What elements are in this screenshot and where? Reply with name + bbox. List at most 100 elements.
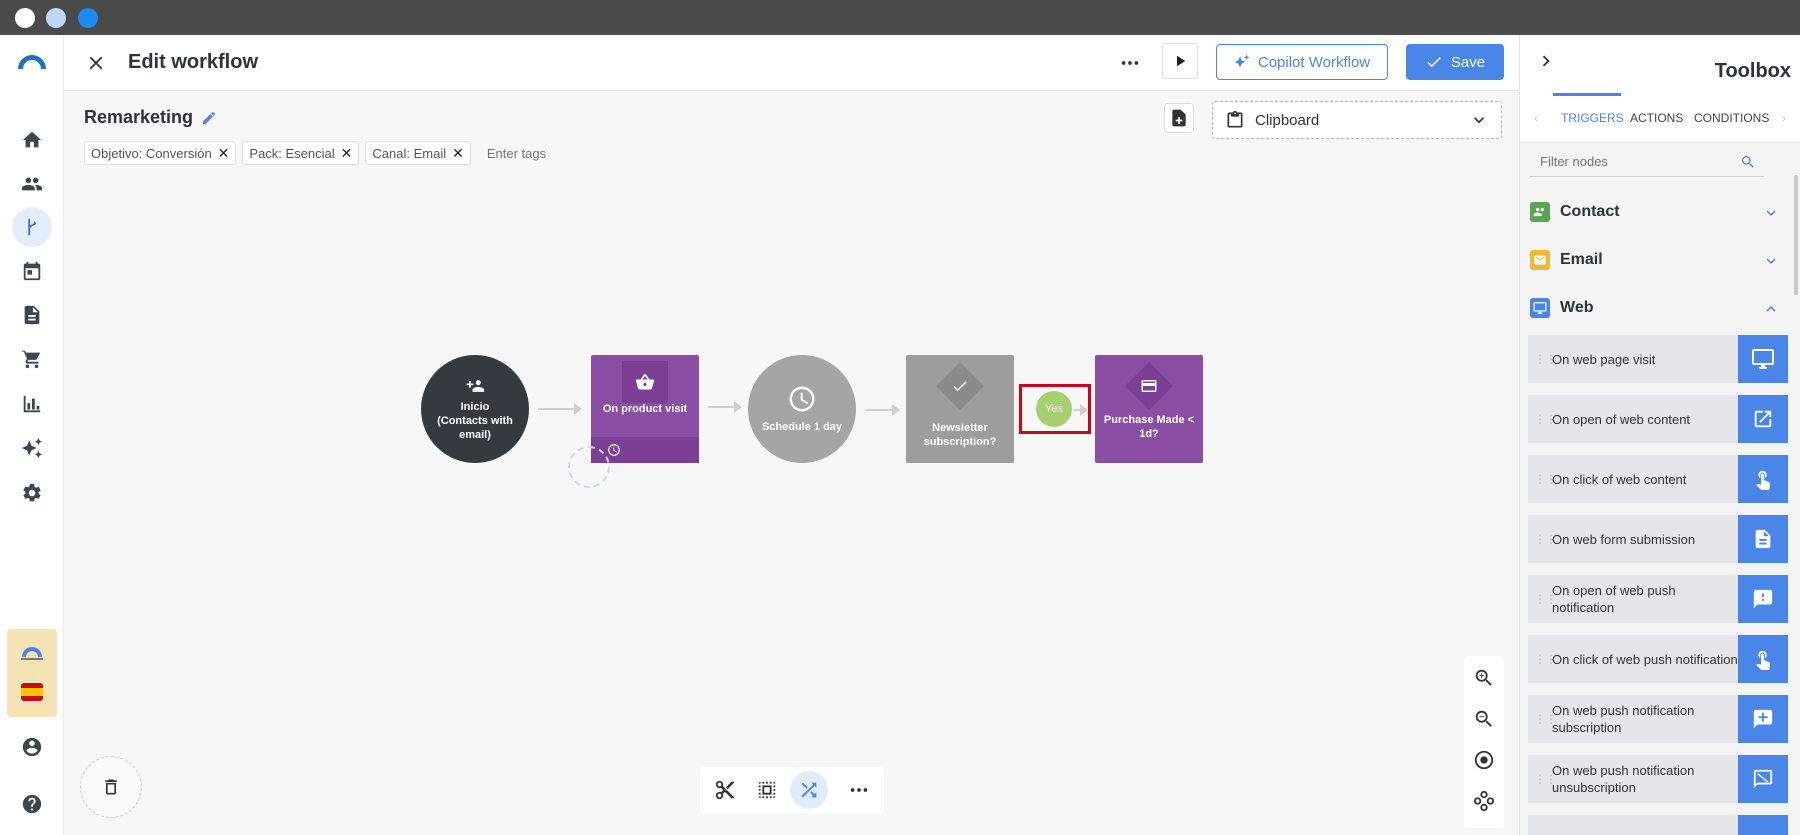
drag-handle-icon[interactable]: ⋮⋮ xyxy=(1534,473,1557,485)
monitor-icon xyxy=(1738,335,1788,383)
remove-tag-icon[interactable]: ✕ xyxy=(452,145,464,162)
tool-item-label: On click of web content xyxy=(1552,471,1687,487)
tabs-scroll-right-icon[interactable]: › xyxy=(1782,111,1786,125)
more-horizontal-icon xyxy=(1121,61,1139,65)
select-button[interactable] xyxy=(748,771,786,809)
remove-tag-icon[interactable]: ✕ xyxy=(341,145,353,162)
start-node[interactable]: Inicio (Contacts with email) xyxy=(421,355,529,463)
tags-input[interactable] xyxy=(486,145,577,161)
tool-item-partial[interactable] xyxy=(1528,815,1788,835)
drag-handle-icon[interactable]: ⋮⋮ xyxy=(1534,413,1557,425)
zoom-out-button[interactable] xyxy=(1470,705,1498,733)
tool-item[interactable]: ⋮⋮ On web push notification subscription xyxy=(1528,695,1788,743)
delete-drop-zone[interactable] xyxy=(80,756,142,818)
window-minimize-dot[interactable] xyxy=(46,8,66,28)
product-visit-label: On product visit xyxy=(602,403,688,415)
nav-reports[interactable] xyxy=(12,384,52,424)
category-email[interactable]: Email xyxy=(1530,246,1780,274)
copilot-workflow-button[interactable]: Copilot Workflow xyxy=(1216,44,1388,80)
app-logo-icon xyxy=(18,55,46,69)
drag-handle-icon[interactable]: ⋮⋮ xyxy=(1534,353,1557,365)
tag-chip: Pack: Esencial ✕ xyxy=(242,141,360,165)
newsletter-condition-node[interactable]: Newsletter subscription? xyxy=(906,355,1014,463)
center-view-button[interactable] xyxy=(1470,746,1498,774)
save-button[interactable]: Save xyxy=(1406,44,1504,80)
brand-logo-icon[interactable] xyxy=(19,643,45,661)
product-visit-node[interactable]: On product visit xyxy=(591,355,699,463)
comment-off-icon xyxy=(1738,755,1788,803)
nav-home[interactable] xyxy=(12,120,52,160)
tab-actions[interactable]: ACTIONS xyxy=(1630,111,1683,125)
cut-button[interactable] xyxy=(706,771,744,809)
tool-item-label: On web page visit xyxy=(1552,351,1656,367)
tool-item-label: On click of web push notification xyxy=(1552,651,1738,667)
tool-item[interactable]: ⋮⋮ On click of web push notification xyxy=(1528,635,1788,683)
tool-item[interactable]: ⋮⋮ On click of web content xyxy=(1528,455,1788,503)
yes-branch-pill[interactable]: Yes xyxy=(1036,391,1072,427)
tool-item[interactable]: ⋮⋮ On web push notification unsubscripti… xyxy=(1528,755,1788,803)
add-note-button[interactable] xyxy=(1164,103,1194,133)
scissors-icon xyxy=(715,780,735,800)
workflow-canvas[interactable]: Remarketing Objetivo: Conversión ✕ Pack:… xyxy=(64,91,1519,835)
zoom-in-button[interactable] xyxy=(1470,664,1498,692)
page-title: Edit workflow xyxy=(128,51,258,73)
nav-settings[interactable] xyxy=(12,473,52,513)
tool-item-label: On web push notification unsubscription xyxy=(1552,763,1695,795)
chevron-down-icon xyxy=(1766,258,1776,264)
nav-ecommerce[interactable] xyxy=(12,339,52,379)
collapse-toolbox-button[interactable] xyxy=(1534,49,1558,73)
more-options-button[interactable] xyxy=(1116,49,1144,77)
pencil-icon[interactable] xyxy=(201,110,217,126)
spain-flag-icon[interactable] xyxy=(21,683,43,701)
tabs-scroll-left-icon[interactable]: ‹ xyxy=(1534,111,1538,125)
close-editor-button[interactable] xyxy=(82,49,110,77)
run-button[interactable] xyxy=(1162,43,1198,79)
touch-icon xyxy=(1738,455,1788,503)
app-logo[interactable] xyxy=(12,41,52,81)
nav-contacts[interactable] xyxy=(12,164,52,204)
window-maximize-dot[interactable] xyxy=(78,8,98,28)
toolbox-scrollbar[interactable] xyxy=(1794,175,1798,295)
toolbox-tabs: ‹ TRIGGERS ACTIONS CONDITIONS › xyxy=(1520,93,1800,143)
nav-calendar[interactable] xyxy=(12,251,52,291)
tool-item[interactable]: ⋮⋮ On open of web content xyxy=(1528,395,1788,443)
nav-documents[interactable] xyxy=(12,295,52,335)
tool-icon xyxy=(1738,815,1788,835)
toolbar-more-button[interactable] xyxy=(840,771,878,809)
tags-row: Objetivo: Conversión ✕ Pack: Esencial ✕ … xyxy=(84,141,577,165)
category-contact[interactable]: Contact xyxy=(1530,198,1780,226)
purchase-condition-node[interactable]: Purchase Made < 1d? xyxy=(1095,355,1203,463)
check-icon xyxy=(1427,57,1441,68)
layout-button[interactable] xyxy=(1470,787,1498,815)
drag-handle-icon[interactable]: ⋮⋮ xyxy=(1534,773,1557,785)
tool-item[interactable]: ⋮⋮ On web page visit xyxy=(1528,335,1788,383)
schedule-label: Schedule 1 day xyxy=(761,421,843,433)
clipboard-dropdown[interactable]: Clipboard xyxy=(1212,101,1502,139)
nav-help[interactable] xyxy=(12,784,52,824)
canvas-toolbar xyxy=(700,767,884,813)
window-close-dot[interactable] xyxy=(15,8,35,28)
tab-conditions[interactable]: CONDITIONS xyxy=(1694,111,1769,125)
nav-workflows[interactable] xyxy=(12,207,52,247)
drag-handle-icon[interactable]: ⋮⋮ xyxy=(1534,653,1557,665)
connector-arrow xyxy=(708,401,742,413)
document-icon xyxy=(1738,515,1788,563)
trash-icon xyxy=(105,779,117,795)
connector-arrow xyxy=(1074,404,1088,416)
filter-nodes-input[interactable] xyxy=(1540,154,1740,169)
nav-account[interactable] xyxy=(12,727,52,767)
drag-handle-icon[interactable]: ⋮⋮ xyxy=(1534,713,1557,725)
drag-handle-icon[interactable]: ⋮⋮ xyxy=(1534,533,1557,545)
remove-tag-icon[interactable]: ✕ xyxy=(218,145,230,162)
category-web[interactable]: Web xyxy=(1530,294,1780,322)
tool-item[interactable]: ⋮⋮ On open of web push notification xyxy=(1528,575,1788,623)
shuffle-button[interactable] xyxy=(790,771,828,809)
tool-item[interactable]: ⋮⋮ On web form submission xyxy=(1528,515,1788,563)
search-icon[interactable] xyxy=(1740,154,1756,170)
schedule-node[interactable]: Schedule 1 day xyxy=(748,355,856,463)
tab-triggers[interactable]: TRIGGERS xyxy=(1561,111,1624,125)
drag-handle-icon[interactable]: ⋮⋮ xyxy=(1534,593,1557,605)
nav-ai[interactable] xyxy=(12,428,52,468)
open-external-icon xyxy=(1738,395,1788,443)
email-icon xyxy=(1530,250,1550,270)
